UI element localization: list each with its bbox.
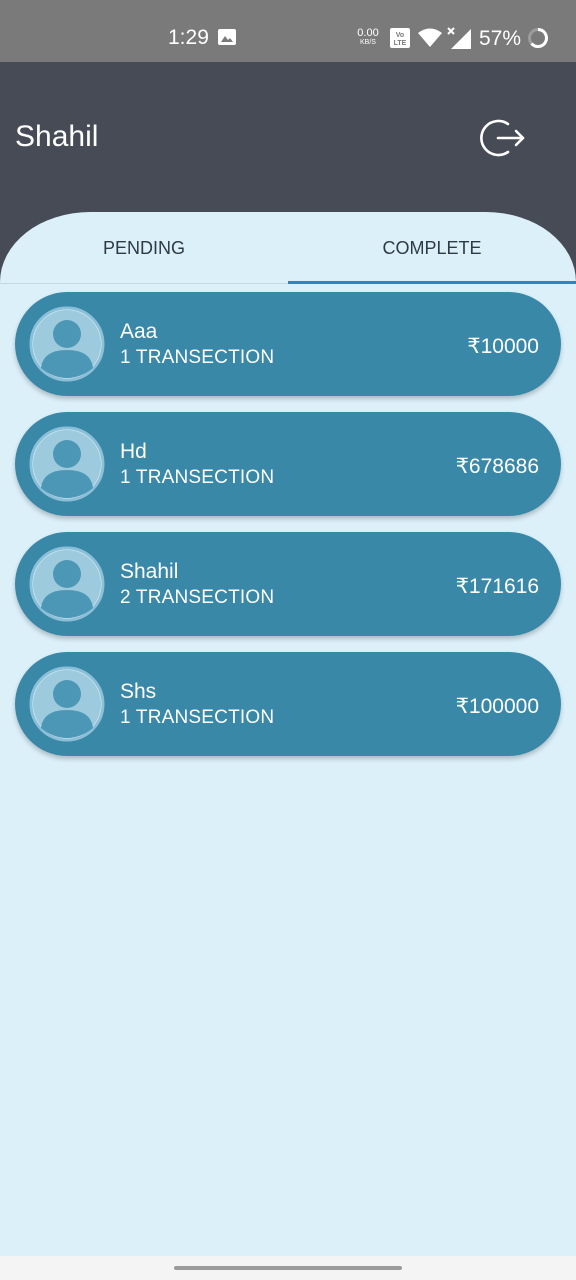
customer-card[interactable]: Aaa 1 TRANSECTION ₹10000: [15, 292, 561, 396]
tab-active-indicator: [288, 281, 576, 284]
tab-pending[interactable]: PENDING: [0, 212, 288, 284]
customer-card[interactable]: Shs 1 TRANSECTION ₹100000: [15, 652, 561, 756]
customer-amount: ₹10000: [467, 335, 539, 358]
logout-icon: [480, 119, 525, 157]
customer-card[interactable]: Hd 1 TRANSECTION ₹678686: [15, 412, 561, 516]
customer-name: Aaa: [120, 320, 158, 343]
volte-icon: Vo LTE: [390, 28, 410, 48]
avatar-icon: [29, 426, 105, 502]
avatar-icon: [29, 306, 105, 382]
transaction-count: 2 TRANSECTION: [120, 587, 275, 608]
battery-percent: 57%: [479, 27, 522, 50]
customer-amount: ₹100000: [455, 695, 539, 718]
tab-bar: PENDING COMPLETE: [0, 212, 576, 284]
gesture-handle[interactable]: [174, 1266, 402, 1270]
status-time: 1:29: [168, 26, 209, 49]
signal-icon: [447, 27, 471, 49]
transaction-count: 1 TRANSECTION: [120, 347, 275, 368]
gallery-icon: [218, 29, 236, 45]
logout-button[interactable]: [478, 114, 530, 162]
tab-complete[interactable]: COMPLETE: [288, 212, 576, 284]
net-speed: 0.00 KB/S: [354, 28, 382, 47]
customer-name: Shahil: [120, 560, 179, 583]
customer-name: Shs: [120, 680, 157, 703]
net-speed-unit: KB/S: [360, 39, 376, 46]
wifi-icon: [418, 28, 442, 47]
svg-text:Vo: Vo: [396, 32, 404, 39]
navigation-bar: [0, 1256, 576, 1280]
customer-list: Aaa 1 TRANSECTION ₹10000 Hd 1 TRANSECTIO…: [15, 292, 561, 772]
page-title: Shahil: [15, 120, 99, 153]
transaction-count: 1 TRANSECTION: [120, 707, 275, 728]
svg-text:LTE: LTE: [394, 40, 407, 47]
status-bar: 1:29 0.00 KB/S Vo LTE 57%: [0, 0, 576, 62]
customer-amount: ₹171616: [455, 575, 539, 598]
tab-complete-label: COMPLETE: [382, 237, 482, 258]
customer-amount: ₹678686: [455, 455, 539, 478]
tab-pending-label: PENDING: [102, 237, 185, 258]
customer-card[interactable]: Shahil 2 TRANSECTION ₹171616: [15, 532, 561, 636]
transaction-count: 1 TRANSECTION: [120, 467, 275, 488]
avatar-icon: [29, 666, 105, 742]
customer-name: Hd: [120, 440, 147, 463]
avatar-icon: [29, 546, 105, 622]
net-speed-value: 0.00: [357, 27, 379, 39]
battery-ring-icon: [528, 28, 548, 48]
